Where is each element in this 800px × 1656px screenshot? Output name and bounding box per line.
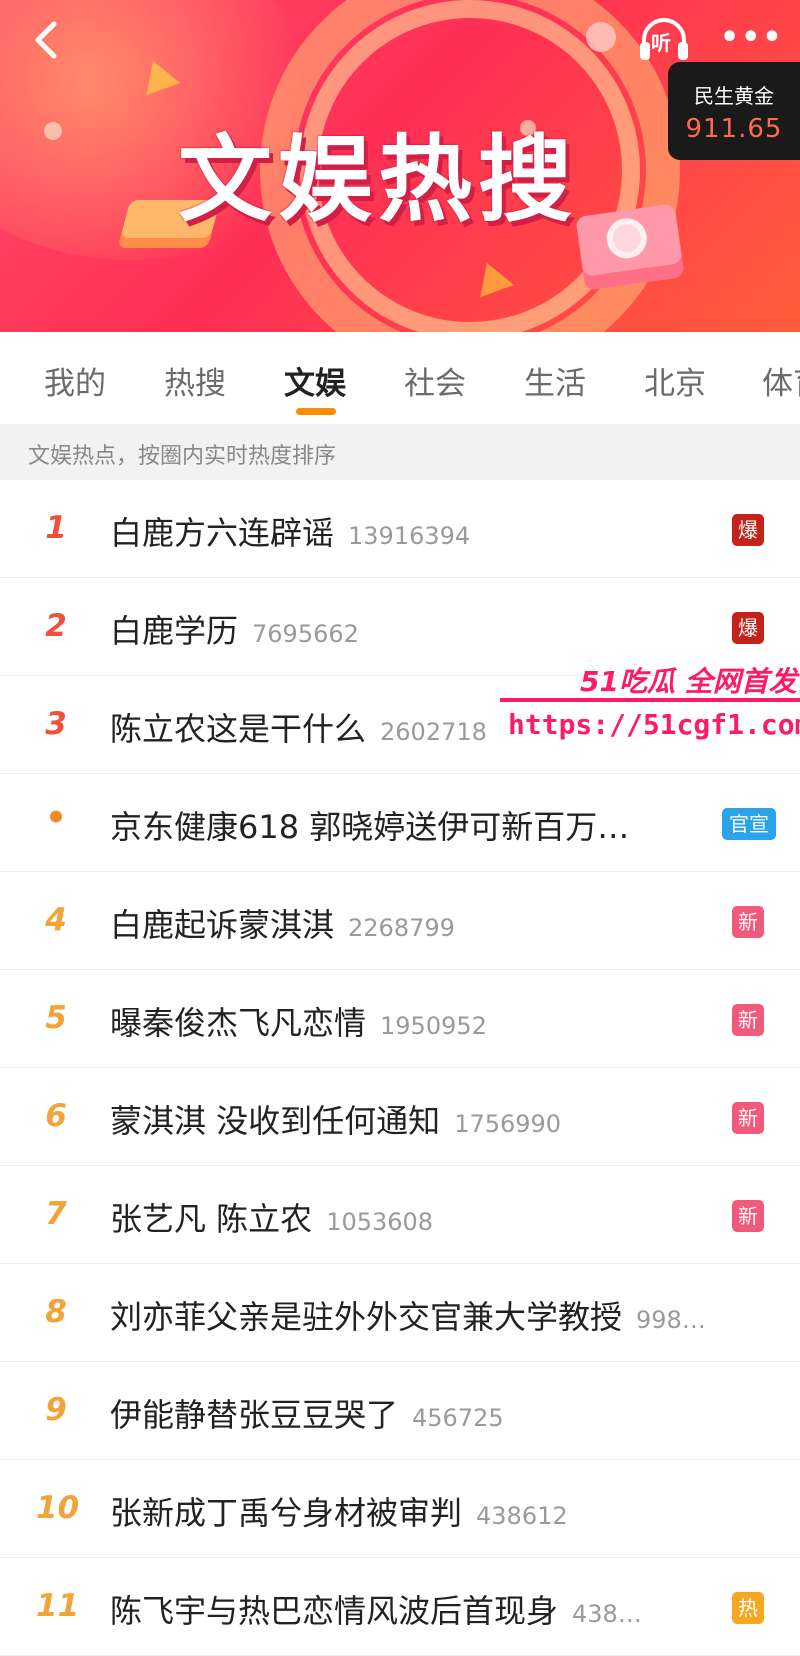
item-title: 白鹿学历	[110, 612, 239, 650]
item-title: 京东健康618 郭晓婷送伊可新百万…	[110, 808, 630, 846]
list-item[interactable]: 8 刘亦菲父亲是驻外外交官兼大学教授 998…	[0, 1264, 800, 1362]
tab-entertainment[interactable]: 文娱	[284, 358, 346, 403]
heat-value: 2602718	[380, 718, 487, 746]
list-item[interactable]: 1 白鹿方六连辟谣 13916394 爆	[0, 480, 800, 578]
list-item[interactable]: 11 陈飞宇与热巴恋情风波后首现身 438… 热	[0, 1558, 800, 1656]
watermark-brand: 51吃瓜 全网首发	[580, 665, 797, 698]
list-item[interactable]: 5 曝秦俊杰飞凡恋情 1950952 新	[0, 970, 800, 1068]
item-title: 白鹿起诉蒙淇淇	[110, 906, 335, 944]
listen-label: 听	[651, 31, 671, 55]
heat-value: 13916394	[348, 522, 471, 550]
badge-explosive: 爆	[732, 612, 764, 644]
heat-value: 456725	[412, 1404, 504, 1432]
rank-number: 5	[45, 1000, 67, 1036]
list-item[interactable]: 4 白鹿起诉蒙淇淇 2268799 新	[0, 872, 800, 970]
badge-new: 新	[732, 906, 764, 938]
badge-official: 官宣	[722, 808, 776, 840]
list-item[interactable]: 7 张艺凡 陈立农 1053608 新	[0, 1166, 800, 1264]
decor-dot	[44, 122, 62, 140]
decor-dot	[586, 22, 616, 52]
tab-life[interactable]: 生活	[524, 358, 586, 403]
item-title: 白鹿方六连辟谣	[110, 514, 335, 552]
heat-value: 438…	[572, 1600, 642, 1628]
stock-widget[interactable]: 民生黄金 911.65	[668, 62, 800, 160]
rank-number: 10	[36, 1490, 80, 1526]
tab-sports[interactable]: 体育	[762, 358, 800, 403]
badge-hot: 热	[732, 1592, 764, 1624]
heat-value: 998…	[636, 1306, 706, 1334]
more-options-button[interactable]: •••	[720, 20, 782, 56]
tab-society[interactable]: 社会	[404, 358, 466, 403]
watermark-divider	[500, 698, 800, 702]
rank-number: 6	[45, 1098, 67, 1134]
notice-bar: 文娱热点，按圈内实时热度排序	[0, 424, 800, 480]
item-title: 张新成丁禹兮身材被审判	[110, 1494, 463, 1532]
stock-name: 民生黄金	[694, 84, 774, 108]
badge-new: 新	[732, 1004, 764, 1036]
rank-number: 8	[45, 1294, 67, 1330]
rank-number: 3	[45, 706, 67, 742]
item-title: 陈飞宇与热巴恋情风波后首现身	[110, 1592, 559, 1630]
badge-new: 新	[732, 1102, 764, 1134]
list-item[interactable]: 10 张新成丁禹兮身材被审判 438612	[0, 1460, 800, 1558]
tab-hot[interactable]: 热搜	[164, 358, 226, 403]
tab-mine[interactable]: 我的	[44, 358, 106, 403]
item-title: 陈立农这是干什么	[110, 710, 367, 748]
category-tabs: 我的 热搜 文娱 社会 生活 北京 体育	[0, 332, 800, 424]
camera-illustration	[575, 203, 685, 291]
item-title: 曝秦俊杰飞凡恋情	[110, 1004, 367, 1042]
item-title: 伊能静替张豆豆哭了	[110, 1396, 399, 1434]
item-title: 蒙淇淇 没收到任何通知	[110, 1102, 441, 1140]
notice-text: 文娱热点，按圈内实时热度排序	[28, 444, 337, 469]
rank-number: 9	[45, 1392, 67, 1428]
badge-new: 新	[732, 1200, 764, 1232]
stock-value: 911.65	[685, 114, 783, 144]
heat-value: 1950952	[380, 1012, 487, 1040]
tab-beijing[interactable]: 北京	[644, 358, 706, 403]
list-item[interactable]: 6 蒙淇淇 没收到任何通知 1756990 新	[0, 1068, 800, 1166]
heat-value: 1756990	[454, 1110, 562, 1138]
listen-button[interactable]: 听	[636, 14, 692, 64]
rank-number: 4	[45, 902, 67, 938]
item-title: 刘亦菲父亲是驻外外交官兼大学教授	[110, 1298, 623, 1336]
rank-number: 11	[36, 1588, 80, 1624]
promoted-dot: •	[45, 798, 67, 838]
badge-explosive: 爆	[732, 514, 764, 546]
list-item-promoted[interactable]: • 京东健康618 郭晓婷送伊可新百万… 官宣	[0, 774, 800, 872]
active-tab-indicator	[296, 408, 336, 415]
rank-number: 7	[45, 1196, 67, 1232]
heat-value: 438612	[476, 1502, 568, 1530]
list-item[interactable]: 9 伊能静替张豆豆哭了 456725	[0, 1362, 800, 1460]
rank-number: 1	[45, 510, 67, 546]
item-title: 张艺凡 陈立农	[110, 1200, 313, 1238]
watermark-url: https://51cgf1.com	[508, 708, 800, 741]
back-icon[interactable]	[26, 18, 70, 62]
watermark-overlay: 51吃瓜 全网首发 https://51cgf1.com	[500, 660, 800, 770]
heat-value: 2268799	[348, 914, 455, 942]
heat-value: 7695662	[252, 620, 359, 648]
heat-value: 1053608	[326, 1208, 434, 1236]
banner-title: 文娱热搜	[178, 126, 579, 235]
rank-number: 2	[45, 608, 67, 644]
